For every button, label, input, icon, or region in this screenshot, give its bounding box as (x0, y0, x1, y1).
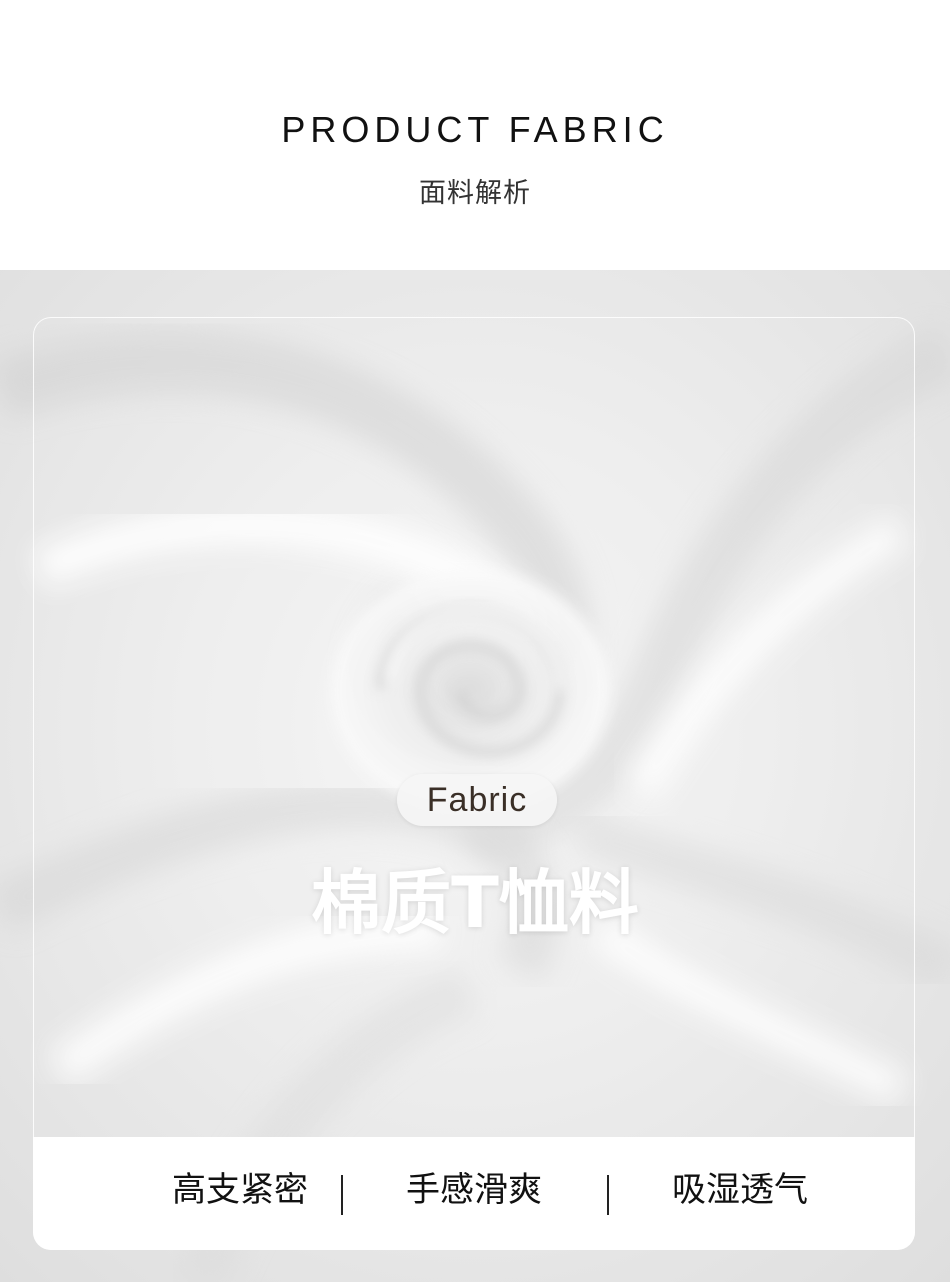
header: PRODUCT FABRIC 面料解析 (0, 0, 950, 270)
product-fabric-page: PRODUCT FABRIC 面料解析 Fabric 棉质T恤料 高支紧密 手感… (0, 0, 950, 1282)
fabric-badge: Fabric (397, 774, 557, 826)
feature-divider (607, 1175, 609, 1215)
feature-bar: 高支紧密 手感滑爽 吸湿透气 (33, 1137, 915, 1250)
feature-label: 手感滑爽 (406, 1170, 542, 1210)
feature-divider (341, 1175, 343, 1215)
section-title: PRODUCT FABRIC (281, 109, 669, 150)
section-subtitle: 面料解析 (419, 178, 531, 209)
feature-label: 高支紧密 (172, 1170, 308, 1210)
feature-label: 吸湿透气 (672, 1170, 808, 1210)
fabric-badge-label: Fabric (426, 781, 528, 819)
fabric-title: 棉质T恤料 (311, 862, 639, 944)
